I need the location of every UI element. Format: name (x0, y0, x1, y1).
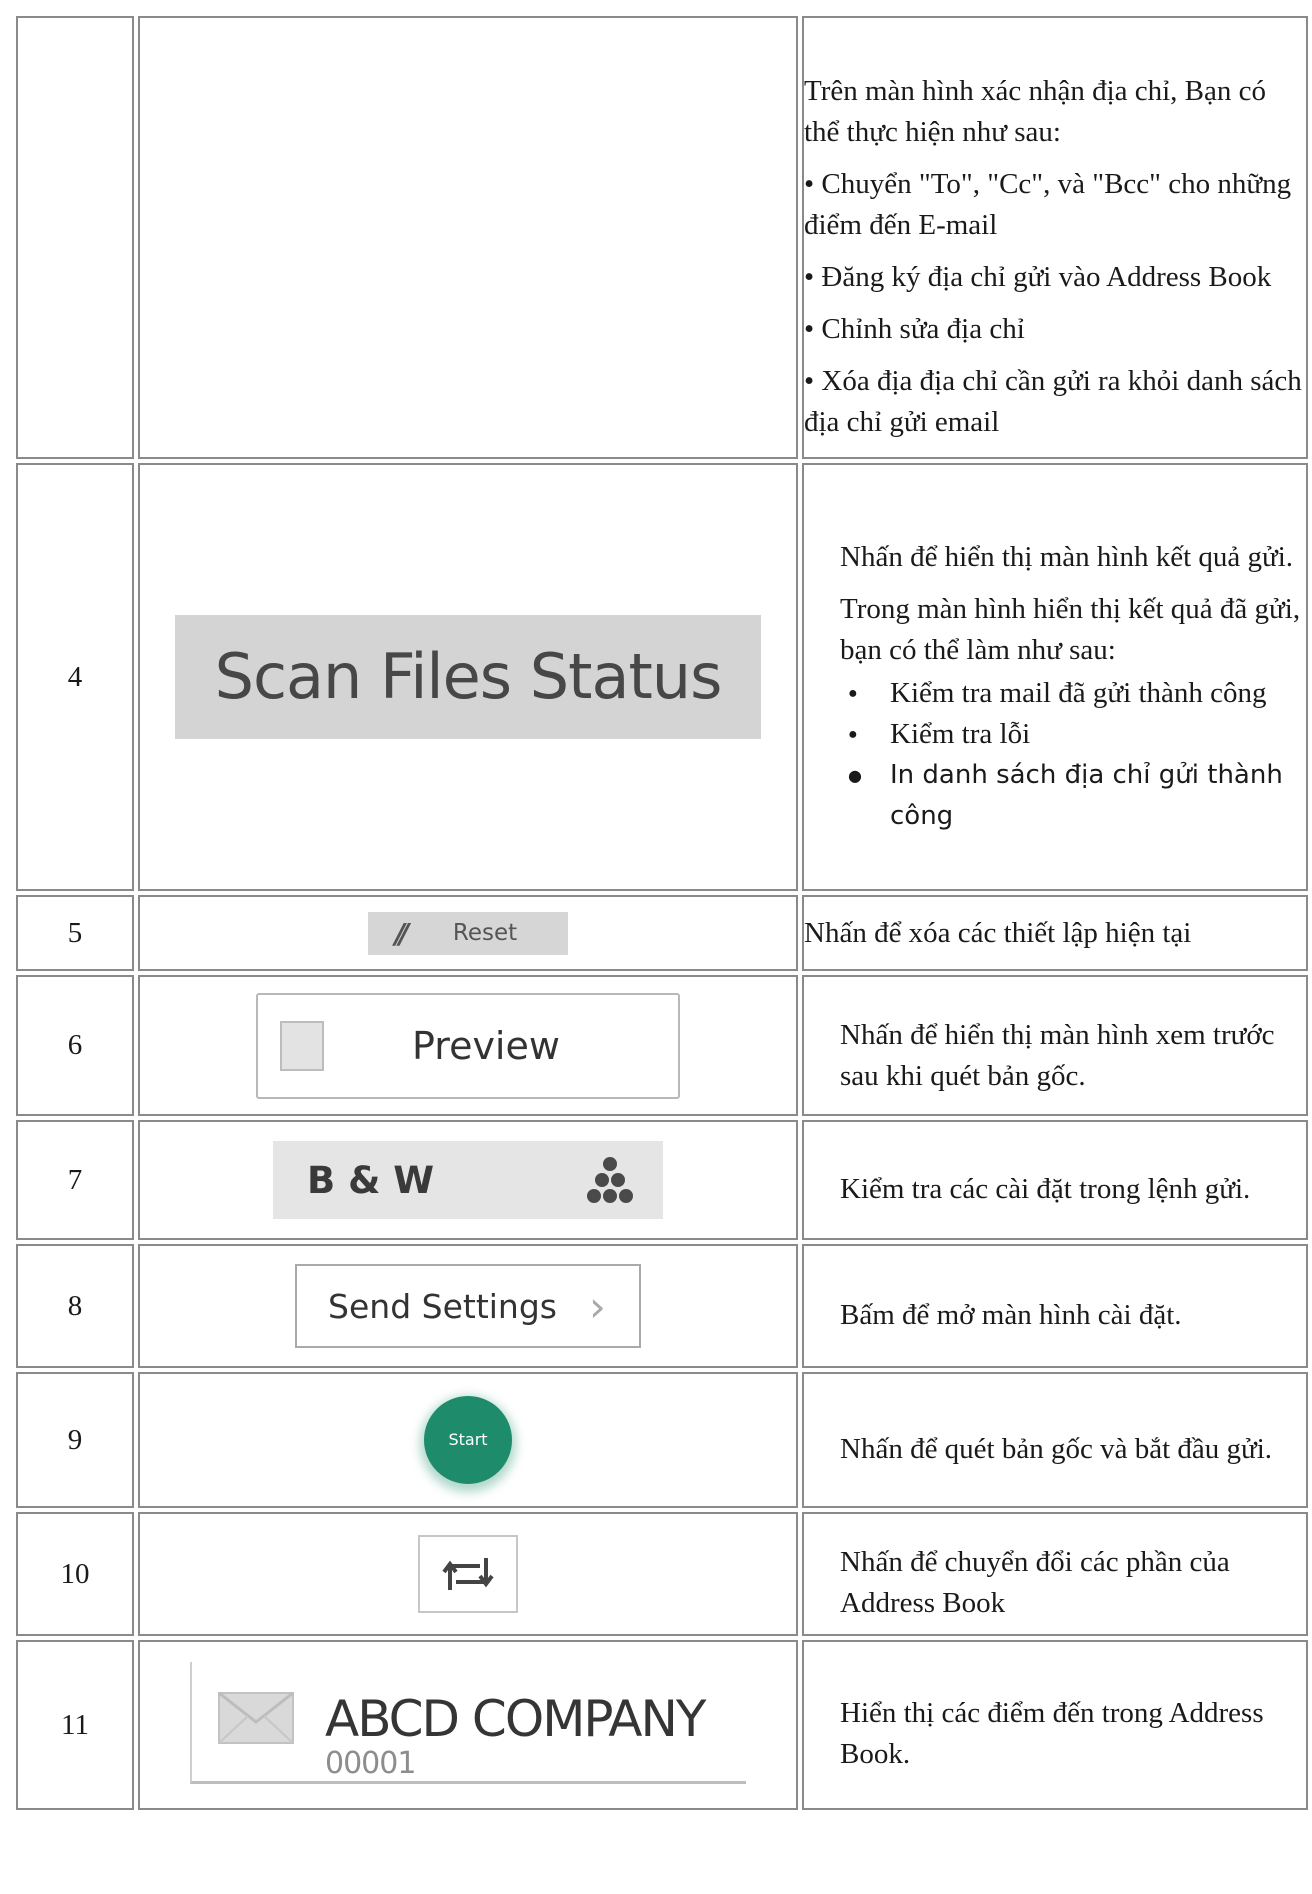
switch-arrows-icon (442, 1558, 494, 1590)
table-row: 4 Scan Files Status Nhấn để hiển thị màn… (16, 463, 1308, 891)
table-row: 8 Send Settings › Bấm để mở màn hình cài… (16, 1244, 1308, 1368)
row-number (16, 16, 134, 459)
desc-paragraph: • Chỉnh sửa địa chỉ (804, 313, 1025, 345)
reset-icon: // (394, 916, 409, 950)
row-description: Nhấn để quét bản gốc và bắt đầu gửi. (802, 1372, 1308, 1508)
row-description: Nhấn để hiển thị màn hình kết quả gửi. T… (802, 463, 1308, 891)
help-table: Trên màn hình xác nhận địa chỉ, Bạn có t… (12, 12, 1312, 1814)
start-button[interactable]: Start (424, 1396, 512, 1484)
desc-paragraph: Nhấn để hiển thị màn hình kết quả gửi. (840, 541, 1294, 573)
row-number: 6 (16, 975, 134, 1116)
color-mode-label: B & W (307, 1158, 435, 1202)
row-image-cell: Start (138, 1372, 798, 1508)
row-number: 8 (16, 1244, 134, 1368)
row-description: Nhấn để chuyển đổi các phần của Address … (802, 1512, 1308, 1636)
list-item: Kiểm tra mail đã gửi thành công (848, 673, 1306, 714)
row-description: Nhấn để hiển thị màn hình xem trước sau … (802, 975, 1308, 1116)
entry-code: 00001 (325, 1745, 416, 1781)
list-item: In danh sách địa chỉ gửi thành công (848, 755, 1306, 837)
row-number: 10 (16, 1512, 134, 1636)
preview-label: Preview (412, 1023, 560, 1068)
desc-bullet-list: Kiểm tra mail đã gửi thành công Kiểm tra… (840, 673, 1306, 837)
row-number: 5 (16, 895, 134, 971)
row-number: 4 (16, 463, 134, 891)
desc-paragraph: • Xóa địa địa chỉ cần gửi ra khỏi danh s… (804, 365, 1302, 438)
address-book-entry[interactable]: ABCD COMPANY 00001 (190, 1661, 746, 1784)
table-row: 11 ABCD COMPANY 00001 Hiển thị các điểm … (16, 1640, 1308, 1810)
table-row: 5 // Reset Nhấn để xóa các thiết lập hiệ… (16, 895, 1308, 971)
preview-button[interactable]: Preview (256, 992, 680, 1099)
row-number: 11 (16, 1640, 134, 1810)
color-mode-button[interactable]: B & W (273, 1141, 663, 1219)
table-row: 7 B & W Kiểm tra các cài đặt trong lệnh … (16, 1120, 1308, 1240)
row-image-cell: ABCD COMPANY 00001 (138, 1640, 798, 1810)
row-image-cell (138, 1512, 798, 1636)
row-description: Kiểm tra các cài đặt trong lệnh gửi. (802, 1120, 1308, 1240)
row-number: 7 (16, 1120, 134, 1240)
send-settings-label: Send Settings (328, 1286, 557, 1326)
desc-paragraph: Trong màn hình hiển thị kết quả đã gửi, … (840, 593, 1301, 666)
row-image-cell: // Reset (138, 895, 798, 971)
switch-address-book-button[interactable] (418, 1535, 518, 1613)
desc-paragraph: • Chuyển "To", "Cc", và "Bcc" cho những … (804, 168, 1292, 241)
row-description: Trên màn hình xác nhận địa chỉ, Bạn có t… (802, 16, 1308, 459)
row-image-cell: Scan Files Status (138, 463, 798, 891)
desc-paragraph: • Đăng ký địa chỉ gửi vào Address Book (804, 261, 1272, 293)
row-description: Bấm để mở màn hình cài đặt. (802, 1244, 1308, 1368)
row-image-cell: Preview (138, 975, 798, 1116)
row-description: Hiển thị các điểm đến trong Address Book… (802, 1640, 1308, 1810)
table-row: 9 Start Nhấn để quét bản gốc và bắt đầu … (16, 1372, 1308, 1508)
scan-files-status-button[interactable]: Scan Files Status (175, 615, 761, 739)
desc-paragraph: Trên màn hình xác nhận địa chỉ, Bạn có t… (804, 75, 1267, 148)
row-description: Nhấn để xóa các thiết lập hiện tại (802, 895, 1308, 971)
reset-button[interactable]: // Reset (368, 911, 568, 955)
toner-icon (583, 1155, 637, 1205)
table-row: 10 Nhấn để chuyển đổi các phần của Addre… (16, 1512, 1308, 1636)
row-image-cell (138, 16, 798, 459)
send-settings-button[interactable]: Send Settings › (295, 1264, 641, 1348)
reset-label: Reset (452, 920, 518, 946)
row-image-cell: B & W (138, 1120, 798, 1240)
table-row: Trên màn hình xác nhận địa chỉ, Bạn có t… (16, 16, 1308, 459)
preview-checkbox[interactable] (280, 1020, 324, 1071)
mail-icon (218, 1691, 294, 1744)
list-item: Kiểm tra lỗi (848, 714, 1306, 755)
entry-name: ABCD COMPANY (325, 1689, 706, 1748)
chevron-right-icon: › (589, 1281, 606, 1331)
row-number: 9 (16, 1372, 134, 1508)
row-image-cell: Send Settings › (138, 1244, 798, 1368)
table-row: 6 Preview Nhấn để hiển thị màn hình xem … (16, 975, 1308, 1116)
